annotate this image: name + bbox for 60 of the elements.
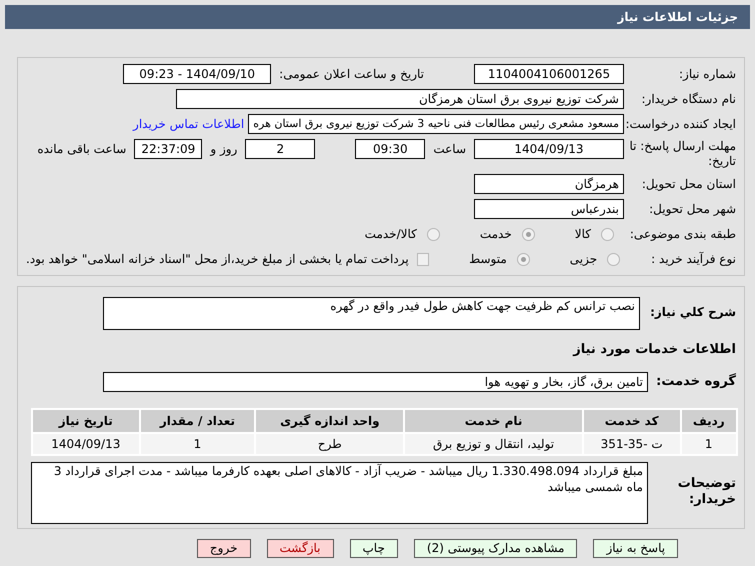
field-label: شهر محل تحویل: [648,201,736,218]
field-label: ساعت باقی مانده [37,141,126,158]
field-label: گروه خدمت: [655,372,736,391]
column-header: واحد اندازه گیری [256,410,404,432]
column-header: نام خدمت [405,410,582,432]
field-label: پرداخت تمام یا بخشی از مبلغ خرید،از محل "اسناد خزانه اسلامی" خواهد بود. [26,251,409,268]
action-button[interactable]: خروج [196,538,250,558]
requester-field: مسعود مشعری رئیس مطالعات فنی ناحیه 3 شرکت توزیع نیروی برق استان هره [248,114,624,134]
action-button[interactable]: مشاهده مدارک پیوستی (2) [414,538,578,558]
field-label: تاریخ و ساعت اعلان عمومی: [279,66,424,83]
field-label: اطلاعات خدمات مورد نیاز [572,341,736,359]
field-label: نوع فرآیند خرید : [650,251,736,268]
column-header: کد خدمت [584,410,680,432]
field-label: نام دستگاه خریدار: [640,91,736,108]
field-label: کالا/خدمت [364,226,417,243]
action-button[interactable]: پاسخ به نیاز [593,538,678,558]
field-label: خدمت [480,226,512,243]
city-field: بندرعباس [474,199,624,219]
remaining-time-field: 22:37:09 [134,139,202,159]
table-cell: تولید، انتقال و توزیع برق [405,434,582,454]
field-label: جزیی [570,251,598,268]
field-label: شماره نیاز: [678,66,736,83]
column-header: تعداد / مقدار [140,410,254,432]
table-cell: 1 [140,434,254,454]
table-cell: 1 [682,434,736,454]
field-label: ساعت [433,141,466,158]
field-label: توضیحات خریدار: [676,474,736,508]
field-label: مهلت ارسال پاسخ: تا تاریخ: [628,139,736,169]
table-cell: ت -35-351 [584,434,680,454]
table-cell: 1404/09/13 [33,434,139,454]
field-label: متوسط [469,251,507,268]
checkbox[interactable] [416,252,430,266]
action-button[interactable]: چاپ [350,538,398,558]
buyer-notes-textarea[interactable]: مبلغ قرارداد 1.330.498.094 ریال میباشد - ضریب آزاد - کالاهای اصلی بعهده کارفرما میباشد - مدت اجرای قرارداد 3 ماه شمسی میباشد [31,462,648,524]
radio-button[interactable] [522,228,535,240]
field-label: استان محل تحویل: [640,176,736,193]
field-label: شرح كلي نياز: [649,304,736,321]
field-label: کالا [574,226,591,243]
field-label: طبقه بندی موضوعی: [628,226,736,243]
summary-textarea[interactable]: نصب ترانس کم ظرفیت جهت کاهش طول فیدر واقع در گهره [103,297,640,330]
service-group-field: تامین برق، گاز، بخار و تهویه هوا [103,372,648,392]
radio-button[interactable] [426,228,440,240]
buyer-name-field: شرکت توزیع نیروی برق استان هرمزگان [176,89,624,109]
deadline-time-field: 09:30 [355,139,426,159]
radio-button[interactable] [516,252,530,266]
radio-button[interactable] [607,252,620,266]
field-label: ایجاد کننده درخواست: [624,116,736,133]
field-label: روز و [210,141,238,158]
province-field: هرمزگان [474,174,624,194]
column-header: ردیف [682,410,736,432]
buyer-contact-link[interactable]: اطلاعات تماس خریدار [133,115,244,133]
radio-button[interactable] [601,228,614,240]
column-header: تاریخ نیاز [33,410,139,432]
page-title-bar: جزئیات اطلاعات نیاز [5,5,750,29]
action-button[interactable]: بازگشت [266,538,334,558]
need-number-field: 1104004106001265 [474,64,624,84]
deadline-date-field: 1404/09/13 [474,139,624,159]
days-field: 2 [245,139,316,159]
announce-date-field: 1404/09/10 - 09:23 [123,64,272,84]
table-cell: طرح [256,434,404,454]
